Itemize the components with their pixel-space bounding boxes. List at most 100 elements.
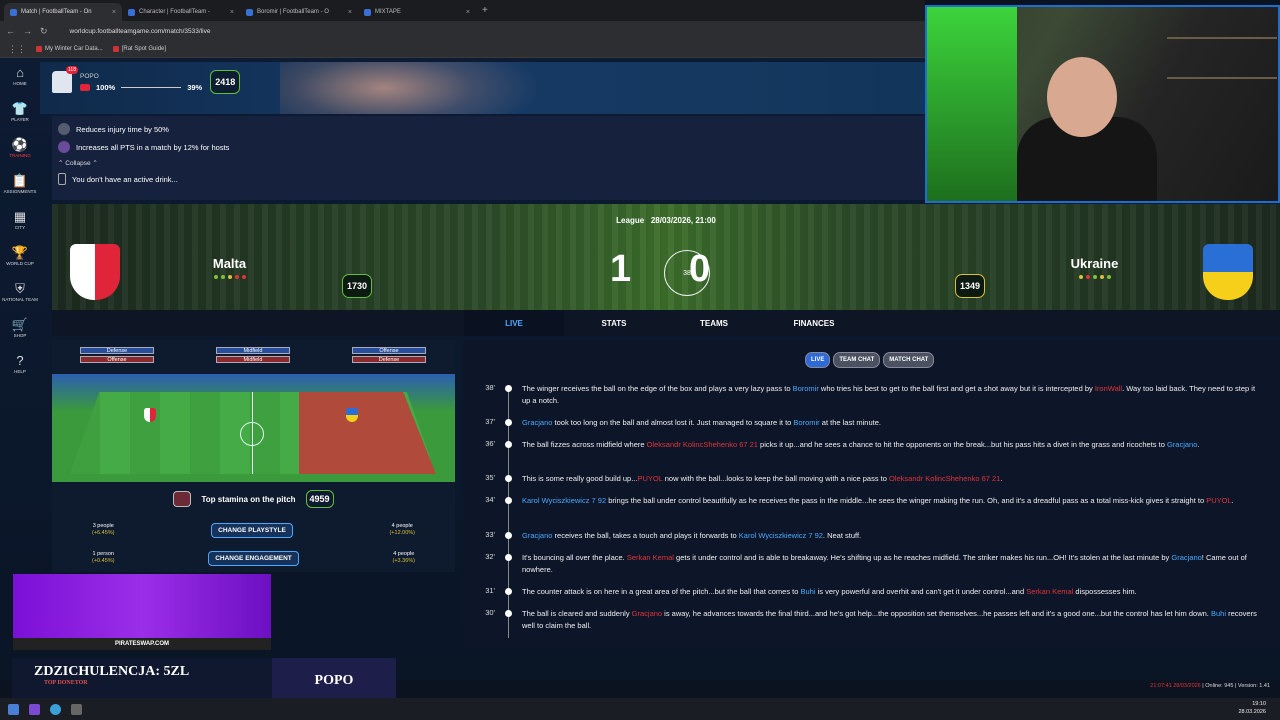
taskbar: 19:10 28.03.2026: [0, 698, 1280, 720]
sidebar-item-home[interactable]: ⌂ HOME: [0, 58, 40, 94]
browser-icon[interactable]: [50, 703, 61, 715]
comm-tab-match-chat[interactable]: MATCH CHAT: [883, 352, 935, 368]
sidebar-item-shop[interactable]: 🛒 SHOP: [0, 310, 40, 346]
timeline-dot: [505, 497, 512, 504]
promo-banner: [13, 574, 271, 638]
bookmarks-bar: ⋮⋮ My Winter Car Data... [Rat Spot Guide…: [0, 41, 925, 58]
app-icon[interactable]: [29, 703, 40, 715]
browser-tab-bar: Match | FootballTeam - On × Character | Fo…: [0, 0, 925, 21]
bookmark-item[interactable]: [Rat Spot Guide]: [112, 46, 166, 52]
sidebar-item-help[interactable]: ? HELP: [0, 346, 40, 382]
center-circle: [240, 422, 264, 446]
home-rating: 1730: [342, 274, 372, 298]
start-icon[interactable]: [8, 703, 19, 715]
reload-icon[interactable]: ↻: [40, 26, 48, 37]
favicon-icon: [364, 8, 371, 16]
bookmark-icon: [112, 46, 119, 52]
legend-home-defense: Defense: [80, 347, 154, 354]
promo-label: PIRATESWAP.COM: [13, 638, 271, 650]
commentary-minute: 38': [485, 383, 495, 392]
shirt-icon: 118: [52, 66, 78, 93]
tab-finances[interactable]: FINANCES: [764, 310, 864, 336]
browser-tab[interactable]: Boromir | FootballTeam - O ×: [240, 3, 358, 21]
ukraine-marker-icon: [346, 408, 358, 422]
home-team: Malta: [192, 256, 267, 279]
change-engagement-button[interactable]: CHANGE ENGAGEMENT: [208, 550, 299, 566]
change-playstyle-button[interactable]: CHANGE PLAYSTYLE: [211, 522, 293, 538]
back-icon[interactable]: ←: [6, 26, 15, 36]
commentary-text: Karol Wyciszkiewicz 7 92 brings the ball…: [522, 496, 1234, 505]
bookmark-item[interactable]: My Winter Car Data...: [36, 46, 103, 52]
sidebar-item-assignments[interactable]: 📋 ASSIGNMENTS: [0, 166, 40, 202]
malta-shield-icon: [70, 244, 120, 300]
perk-text: Increases all PTS in a match by 12% for …: [76, 142, 230, 152]
commentary-text: The winger receives the ball on the edge…: [522, 384, 1256, 405]
people-count: 3 people: [92, 523, 114, 529]
commentary-row: 30' The ball is cleared and suddenly Grac…: [463, 608, 1273, 632]
stamina-value: 4959: [305, 490, 334, 508]
notification-badge: 118: [66, 66, 78, 74]
favicon-icon: [128, 8, 135, 16]
sidebar-item-training[interactable]: ⚽ TRAINING: [0, 130, 40, 166]
commentary-text: The ball fizzes across midfield where Ol…: [522, 440, 1200, 449]
tab-stats[interactable]: STATS: [564, 310, 664, 336]
legend-away-offense: Offense: [80, 356, 154, 363]
chevron-up-icon: ⌃: [90, 160, 98, 167]
tabs: Match | FootballTeam - On × Character | Fo…: [4, 0, 476, 21]
donor-caption: TOP DONETOR: [44, 680, 88, 686]
apps-icon[interactable]: ⋮⋮: [8, 44, 26, 55]
commentary-row: 32' It's bouncing all over the place. Ser…: [463, 552, 1273, 576]
tab-live[interactable]: LIVE: [464, 310, 564, 336]
close-icon[interactable]: ×: [112, 9, 116, 16]
browser-tab[interactable]: Character | FootballTeam - ×: [122, 3, 240, 21]
ball-icon: ⚽: [11, 137, 29, 152]
trophy-icon: 🏆: [11, 245, 29, 260]
match-header: League 28/03/2026, 21:00 Malta 1730 1 38…: [52, 204, 1280, 336]
forward-icon[interactable]: →: [23, 26, 32, 36]
people-count: 4 people: [393, 551, 415, 557]
commentary-text: The ball is cleared and suddenly Gracjan…: [522, 609, 1257, 630]
comm-tab-team-chat[interactable]: TEAM CHAT: [833, 352, 881, 368]
timeline-dot: [505, 532, 512, 539]
chevron-up-icon: ⌃: [58, 160, 66, 167]
away-team-name: Ukraine: [1070, 256, 1119, 271]
sidebar-item-city[interactable]: ▦ CITY: [0, 202, 40, 238]
commentary-row: 34' Karol Wyciszkiewicz 7 92 brings the b…: [463, 495, 1273, 507]
progress-line: [121, 86, 182, 88]
close-icon[interactable]: ×: [348, 9, 352, 16]
comm-tab-live[interactable]: LIVE: [805, 352, 831, 368]
people-bonus: (+0.45%): [92, 558, 115, 564]
stamina-label: Top stamina on the pitch: [201, 494, 296, 504]
away-score: 0: [689, 248, 711, 290]
commentary-minute: 30': [485, 608, 495, 617]
sidebar-item-world-cup[interactable]: 🏆 WORLD CUP: [0, 238, 40, 274]
stamina-icon: [173, 491, 192, 507]
commentary-row: 35' This is some really good build up...P…: [463, 473, 1273, 485]
commentary-row: 36' The ball fizzes across midfield where…: [463, 439, 1273, 451]
sidebar-item-player[interactable]: 👕 PLAYER: [0, 94, 40, 130]
playstyle-row: 3 people (+6.45%) CHANGE PLAYSTYLE 4 peop…: [52, 518, 455, 542]
timeline-dot: [505, 419, 512, 426]
user-stat-a: 100%: [96, 82, 116, 92]
browser-tab[interactable]: MIXTAPE ×: [358, 3, 476, 21]
possession-zone: [299, 392, 436, 474]
timeline-dot: [505, 441, 512, 448]
close-icon[interactable]: ×: [466, 9, 470, 16]
browser-tab[interactable]: Match | FootballTeam - On ×: [4, 3, 122, 21]
match-tabs: LIVE STATS TEAMS FINANCES: [464, 310, 864, 336]
status-line: 21:07:41 28/03/2026 | Online: 945 | Vers…: [1150, 683, 1270, 689]
new-tab-button[interactable]: +: [476, 5, 494, 16]
app-icon[interactable]: [71, 703, 82, 715]
collapse-toggle[interactable]: ⌃ Collapse ⌃: [52, 156, 925, 170]
pts-icon: [58, 141, 70, 153]
sidebar-item-national-team[interactable]: ⛨ NATIONAL TEAM: [0, 274, 40, 310]
url-field[interactable]: worldcup.footballteamgame.com/match/3533…: [70, 28, 211, 35]
perk-text: Reduces injury time by 50%: [76, 124, 169, 134]
timeline-dot: [505, 385, 512, 392]
timeline-dot: [505, 610, 512, 617]
close-icon[interactable]: ×: [230, 9, 234, 16]
user-box[interactable]: 118 POPO 100% 39% 2418: [52, 66, 241, 94]
legend-home-offense: Offense: [352, 347, 426, 354]
tab-teams[interactable]: TEAMS: [664, 310, 764, 336]
pitch-panel: Defense Offense Midfield Midfield Offens…: [52, 340, 455, 572]
